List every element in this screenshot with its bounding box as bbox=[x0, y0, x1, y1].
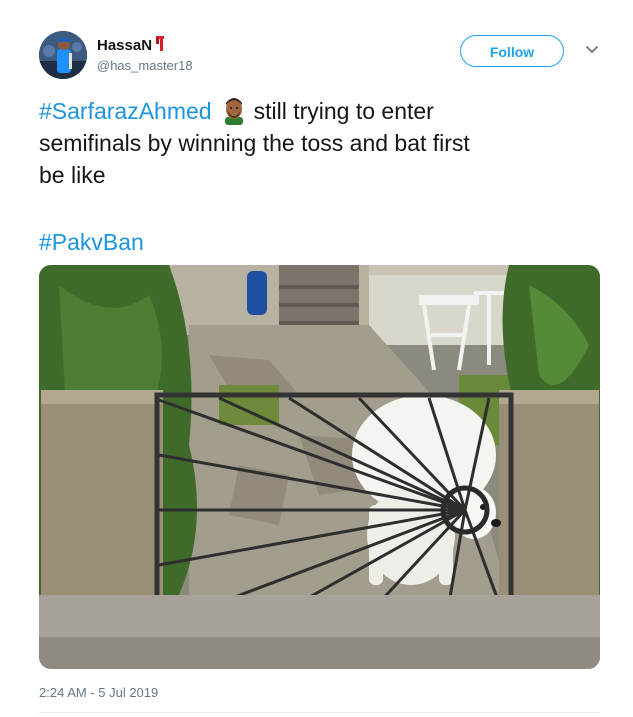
bearded-man-emoji-icon bbox=[224, 98, 243, 125]
divider bbox=[39, 712, 600, 713]
user-handle[interactable]: @has_master18 bbox=[97, 58, 193, 73]
hashtag-sarfarazahmed[interactable]: #SarfarazAhmed bbox=[39, 98, 212, 124]
user-name-block[interactable]: HassaN @has_master18 bbox=[97, 35, 193, 73]
hashtag-line: #PakvBan bbox=[39, 226, 144, 258]
display-name[interactable]: HassaN bbox=[97, 37, 152, 54]
cricket-player-avatar-icon bbox=[39, 31, 87, 79]
user-avatar[interactable] bbox=[39, 31, 87, 79]
tweet-text: #SarfarazAhmed still trying to enter sem… bbox=[39, 95, 599, 191]
tweet-photo[interactable] bbox=[39, 265, 600, 669]
dog-stuck-in-gate-photo-icon bbox=[39, 265, 600, 669]
tweet-text-line-1: still trying to enter bbox=[253, 98, 434, 124]
chevron-down-icon[interactable] bbox=[585, 43, 599, 57]
hashtag-pakvban[interactable]: #PakvBan bbox=[39, 229, 144, 255]
tweet-text-line-3: be like bbox=[39, 162, 106, 188]
follow-button[interactable]: Follow bbox=[460, 35, 564, 67]
tweet-timestamp[interactable]: 2:24 AM - 5 Jul 2019 bbox=[39, 685, 158, 700]
tweet-text-line-2: semifinals by winning the toss and bat f… bbox=[39, 130, 470, 156]
tweet-header: HassaN @has_master18 Follow bbox=[39, 29, 609, 85]
red-scarf-emoji-icon bbox=[156, 36, 165, 51]
